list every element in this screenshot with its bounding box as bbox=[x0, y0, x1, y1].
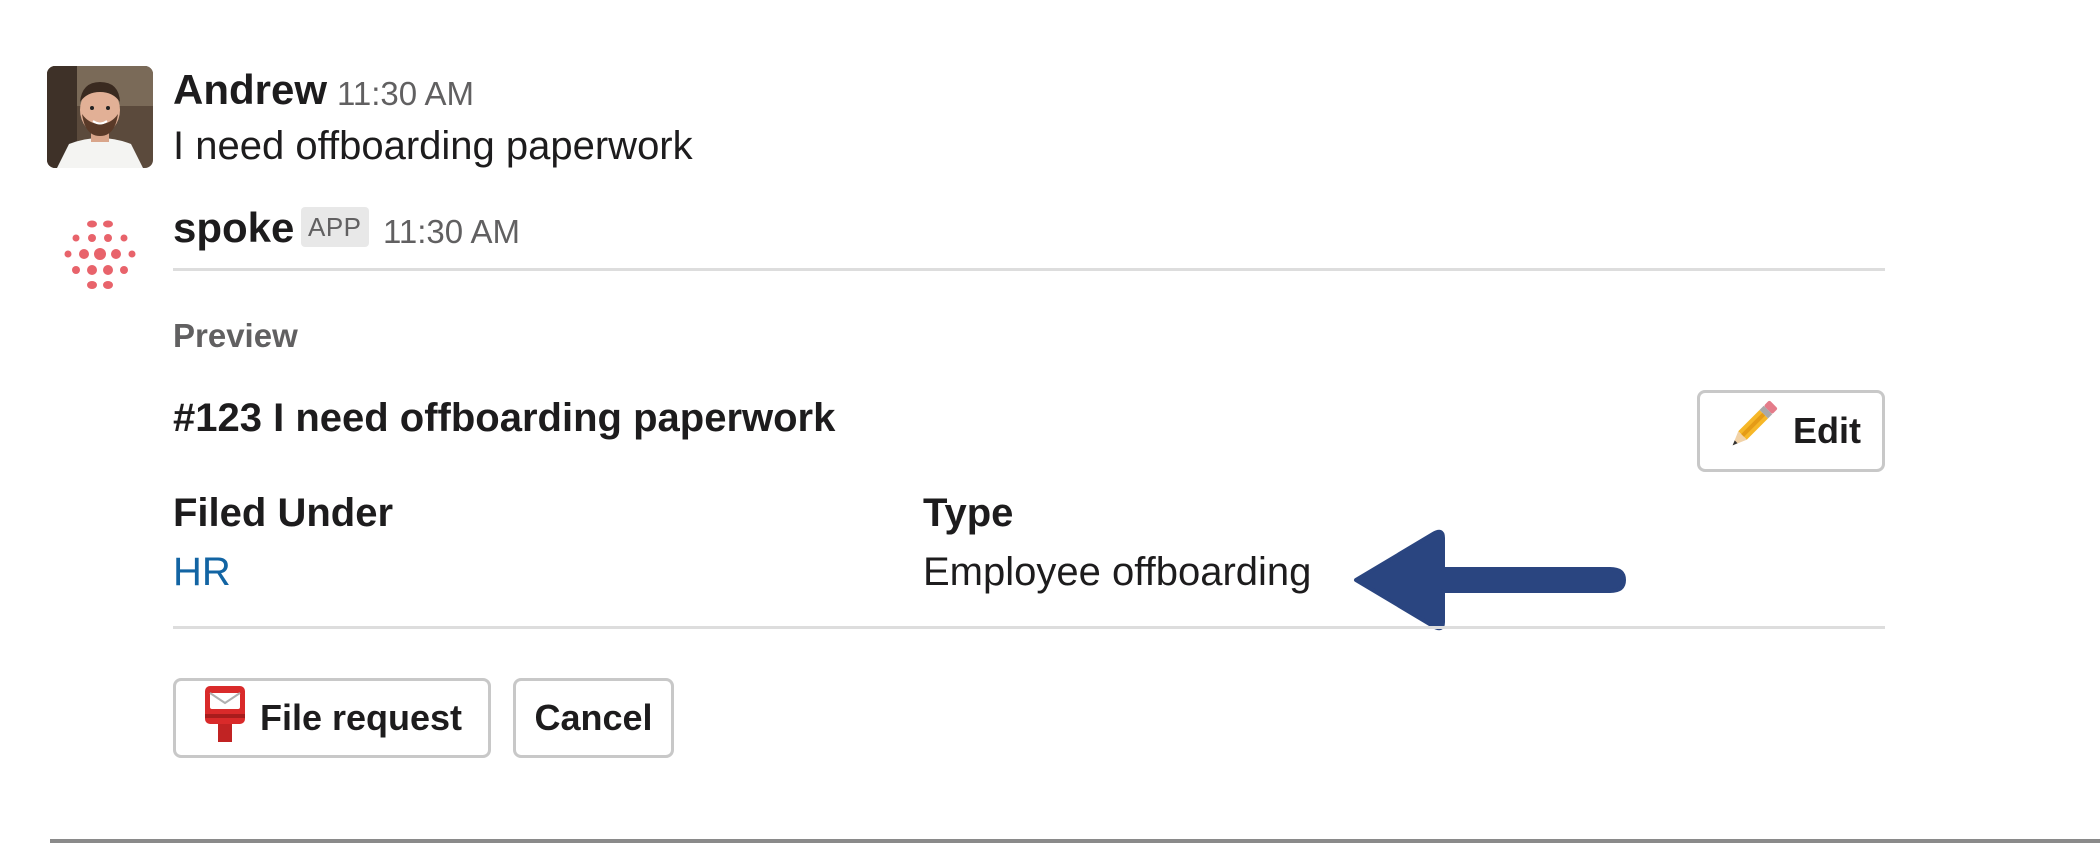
edit-button-label: Edit bbox=[1793, 410, 1861, 451]
pencil-icon bbox=[1721, 397, 1781, 466]
postbox-icon bbox=[202, 684, 248, 753]
avatar[interactable] bbox=[47, 66, 153, 168]
message-list-bottom-divider bbox=[50, 839, 2100, 843]
preview-bottom-divider bbox=[173, 626, 1885, 629]
preview-label: Preview bbox=[173, 317, 298, 354]
spoke-logo-icon[interactable] bbox=[62, 216, 138, 292]
request-title: #123 I need offboarding paperwork bbox=[173, 396, 836, 440]
file-request-button[interactable]: File request bbox=[173, 678, 491, 758]
user-photo-icon bbox=[47, 66, 153, 168]
edit-button[interactable]: Edit bbox=[1697, 390, 1885, 472]
sender-name[interactable]: Andrew bbox=[173, 66, 327, 114]
preview-top-divider bbox=[173, 268, 1885, 271]
message-timestamp[interactable]: 11:30 AM bbox=[337, 74, 474, 114]
cancel-label: Cancel bbox=[534, 697, 653, 738]
filed-under-label: Filed Under bbox=[173, 491, 394, 535]
bot-name[interactable]: spoke bbox=[173, 204, 294, 252]
bot-message-timestamp[interactable]: 11:30 AM bbox=[383, 212, 520, 252]
message-text: I need offboarding paperwork bbox=[173, 124, 693, 168]
filed-under-link[interactable]: HR bbox=[173, 548, 231, 596]
type-value: Employee offboarding bbox=[923, 550, 1312, 594]
file-request-label: File request bbox=[259, 697, 463, 738]
arrow-left-icon bbox=[1348, 524, 1628, 636]
cancel-button[interactable]: Cancel bbox=[513, 678, 674, 758]
type-label: Type bbox=[923, 491, 1014, 535]
app-badge: APP bbox=[301, 207, 369, 247]
